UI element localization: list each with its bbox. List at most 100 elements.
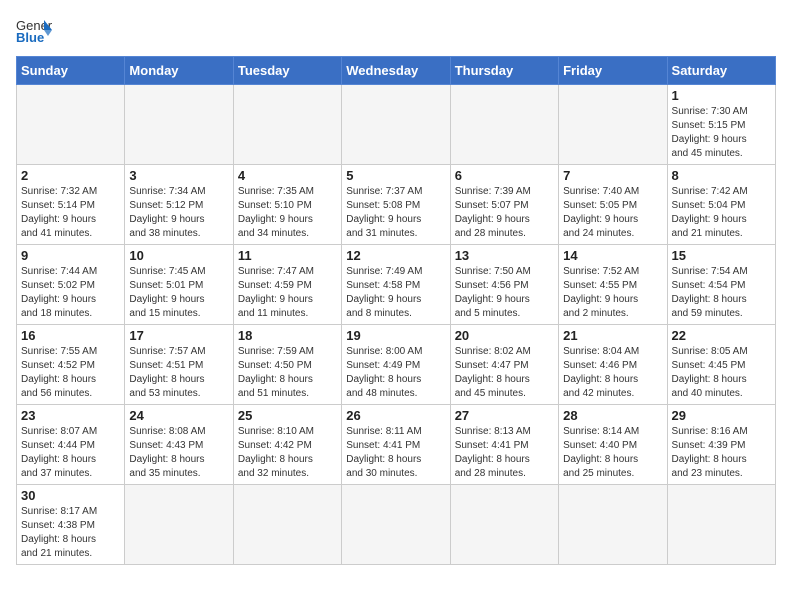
calendar-cell: 30 Sunrise: 8:17 AM Sunset: 4:38 PM Dayli… xyxy=(17,485,125,565)
day-number: 30 xyxy=(21,488,120,503)
calendar-cell xyxy=(450,485,558,565)
day-info: Sunrise: 8:11 AM Sunset: 4:41 PM Dayligh… xyxy=(346,425,445,481)
day-info: Sunrise: 7:50 AM Sunset: 4:56 PM Dayligh… xyxy=(455,265,554,321)
day-number: 1 xyxy=(672,88,771,103)
day-number: 24 xyxy=(129,408,228,423)
day-number: 10 xyxy=(129,248,228,263)
calendar-cell: 12 Sunrise: 7:49 AM Sunset: 4:58 PM Dayli… xyxy=(342,245,450,325)
day-number: 20 xyxy=(455,328,554,343)
calendar-row-1: 2 Sunrise: 7:32 AM Sunset: 5:14 PM Daylig… xyxy=(17,165,776,245)
calendar-cell: 10 Sunrise: 7:45 AM Sunset: 5:01 PM Dayli… xyxy=(125,245,233,325)
calendar-cell: 14 Sunrise: 7:52 AM Sunset: 4:55 PM Dayli… xyxy=(559,245,667,325)
day-info: Sunrise: 7:40 AM Sunset: 5:05 PM Dayligh… xyxy=(563,185,662,241)
day-info: Sunrise: 7:42 AM Sunset: 5:04 PM Dayligh… xyxy=(672,185,771,241)
day-info: Sunrise: 7:59 AM Sunset: 4:50 PM Dayligh… xyxy=(238,345,337,401)
calendar-cell xyxy=(342,485,450,565)
calendar-cell: 24 Sunrise: 8:08 AM Sunset: 4:43 PM Dayli… xyxy=(125,405,233,485)
calendar-cell: 20 Sunrise: 8:02 AM Sunset: 4:47 PM Dayli… xyxy=(450,325,558,405)
day-number: 28 xyxy=(563,408,662,423)
weekday-header-monday: Monday xyxy=(125,57,233,85)
calendar-cell: 11 Sunrise: 7:47 AM Sunset: 4:59 PM Dayli… xyxy=(233,245,341,325)
calendar-cell: 8 Sunrise: 7:42 AM Sunset: 5:04 PM Daylig… xyxy=(667,165,775,245)
day-info: Sunrise: 7:32 AM Sunset: 5:14 PM Dayligh… xyxy=(21,185,120,241)
weekday-header-friday: Friday xyxy=(559,57,667,85)
calendar-cell: 25Sunrise: 8:10 AM Sunset: 4:42 PM Dayli… xyxy=(233,405,341,485)
day-number: 9 xyxy=(21,248,120,263)
day-number: 27 xyxy=(455,408,554,423)
day-number: 18 xyxy=(238,328,337,343)
day-info: Sunrise: 7:35 AM Sunset: 5:10 PM Dayligh… xyxy=(238,185,337,241)
day-number: 5 xyxy=(346,168,445,183)
calendar-cell: 15 Sunrise: 7:54 AM Sunset: 4:54 PM Dayli… xyxy=(667,245,775,325)
calendar-cell: 1Sunrise: 7:30 AM Sunset: 5:15 PM Daylig… xyxy=(667,85,775,165)
day-info: Sunrise: 7:45 AM Sunset: 5:01 PM Dayligh… xyxy=(129,265,228,321)
day-info: Sunrise: 7:34 AM Sunset: 5:12 PM Dayligh… xyxy=(129,185,228,241)
day-number: 8 xyxy=(672,168,771,183)
calendar-cell: 13Sunrise: 7:50 AM Sunset: 4:56 PM Dayli… xyxy=(450,245,558,325)
day-number: 21 xyxy=(563,328,662,343)
calendar-cell: 16 Sunrise: 7:55 AM Sunset: 4:52 PM Dayli… xyxy=(17,325,125,405)
day-info: Sunrise: 7:57 AM Sunset: 4:51 PM Dayligh… xyxy=(129,345,228,401)
day-info: Sunrise: 7:47 AM Sunset: 4:59 PM Dayligh… xyxy=(238,265,337,321)
calendar-cell xyxy=(125,85,233,165)
calendar-row-5: 30 Sunrise: 8:17 AM Sunset: 4:38 PM Dayli… xyxy=(17,485,776,565)
weekday-header-row: SundayMondayTuesdayWednesdayThursdayFrid… xyxy=(17,57,776,85)
calendar-cell: 27 Sunrise: 8:13 AM Sunset: 4:41 PM Dayli… xyxy=(450,405,558,485)
calendar-cell: 9 Sunrise: 7:44 AM Sunset: 5:02 PM Daylig… xyxy=(17,245,125,325)
calendar-cell xyxy=(559,85,667,165)
calendar-cell: 3 Sunrise: 7:34 AM Sunset: 5:12 PM Daylig… xyxy=(125,165,233,245)
day-info: Sunrise: 8:04 AM Sunset: 4:46 PM Dayligh… xyxy=(563,345,662,401)
calendar-cell: 6Sunrise: 7:39 AM Sunset: 5:07 PM Daylig… xyxy=(450,165,558,245)
day-info: Sunrise: 7:44 AM Sunset: 5:02 PM Dayligh… xyxy=(21,265,120,321)
calendar-cell: 7Sunrise: 7:40 AM Sunset: 5:05 PM Daylig… xyxy=(559,165,667,245)
calendar-cell xyxy=(233,85,341,165)
day-info: Sunrise: 8:05 AM Sunset: 4:45 PM Dayligh… xyxy=(672,345,771,401)
day-info: Sunrise: 8:00 AM Sunset: 4:49 PM Dayligh… xyxy=(346,345,445,401)
calendar-cell xyxy=(450,85,558,165)
calendar-cell: 4 Sunrise: 7:35 AM Sunset: 5:10 PM Daylig… xyxy=(233,165,341,245)
svg-text:Blue: Blue xyxy=(16,30,44,44)
day-number: 4 xyxy=(238,168,337,183)
calendar-cell xyxy=(233,485,341,565)
calendar-cell: 2 Sunrise: 7:32 AM Sunset: 5:14 PM Daylig… xyxy=(17,165,125,245)
day-number: 29 xyxy=(672,408,771,423)
day-info: Sunrise: 8:08 AM Sunset: 4:43 PM Dayligh… xyxy=(129,425,228,481)
calendar-cell: 18 Sunrise: 7:59 AM Sunset: 4:50 PM Dayli… xyxy=(233,325,341,405)
day-number: 25 xyxy=(238,408,337,423)
day-number: 17 xyxy=(129,328,228,343)
day-number: 12 xyxy=(346,248,445,263)
calendar-row-0: 1Sunrise: 7:30 AM Sunset: 5:15 PM Daylig… xyxy=(17,85,776,165)
weekday-header-tuesday: Tuesday xyxy=(233,57,341,85)
day-number: 14 xyxy=(563,248,662,263)
calendar-cell xyxy=(17,85,125,165)
page-header: General Blue xyxy=(16,16,776,44)
calendar-cell xyxy=(125,485,233,565)
day-info: Sunrise: 8:02 AM Sunset: 4:47 PM Dayligh… xyxy=(455,345,554,401)
calendar-table: SundayMondayTuesdayWednesdayThursdayFrid… xyxy=(16,56,776,565)
day-info: Sunrise: 7:49 AM Sunset: 4:58 PM Dayligh… xyxy=(346,265,445,321)
calendar-cell: 23Sunrise: 8:07 AM Sunset: 4:44 PM Dayli… xyxy=(17,405,125,485)
day-number: 2 xyxy=(21,168,120,183)
day-number: 16 xyxy=(21,328,120,343)
day-number: 11 xyxy=(238,248,337,263)
calendar-cell: 17 Sunrise: 7:57 AM Sunset: 4:51 PM Dayli… xyxy=(125,325,233,405)
calendar-cell xyxy=(342,85,450,165)
day-info: Sunrise: 8:17 AM Sunset: 4:38 PM Dayligh… xyxy=(21,505,120,561)
calendar-row-3: 16 Sunrise: 7:55 AM Sunset: 4:52 PM Dayli… xyxy=(17,325,776,405)
day-number: 22 xyxy=(672,328,771,343)
calendar-cell: 21 Sunrise: 8:04 AM Sunset: 4:46 PM Dayli… xyxy=(559,325,667,405)
day-info: Sunrise: 7:52 AM Sunset: 4:55 PM Dayligh… xyxy=(563,265,662,321)
weekday-header-sunday: Sunday xyxy=(17,57,125,85)
day-info: Sunrise: 8:14 AM Sunset: 4:40 PM Dayligh… xyxy=(563,425,662,481)
day-info: Sunrise: 7:54 AM Sunset: 4:54 PM Dayligh… xyxy=(672,265,771,321)
day-number: 6 xyxy=(455,168,554,183)
day-info: Sunrise: 7:55 AM Sunset: 4:52 PM Dayligh… xyxy=(21,345,120,401)
day-info: Sunrise: 8:07 AM Sunset: 4:44 PM Dayligh… xyxy=(21,425,120,481)
day-number: 3 xyxy=(129,168,228,183)
weekday-header-wednesday: Wednesday xyxy=(342,57,450,85)
day-info: Sunrise: 7:37 AM Sunset: 5:08 PM Dayligh… xyxy=(346,185,445,241)
day-number: 19 xyxy=(346,328,445,343)
day-number: 15 xyxy=(672,248,771,263)
weekday-header-thursday: Thursday xyxy=(450,57,558,85)
day-info: Sunrise: 8:13 AM Sunset: 4:41 PM Dayligh… xyxy=(455,425,554,481)
